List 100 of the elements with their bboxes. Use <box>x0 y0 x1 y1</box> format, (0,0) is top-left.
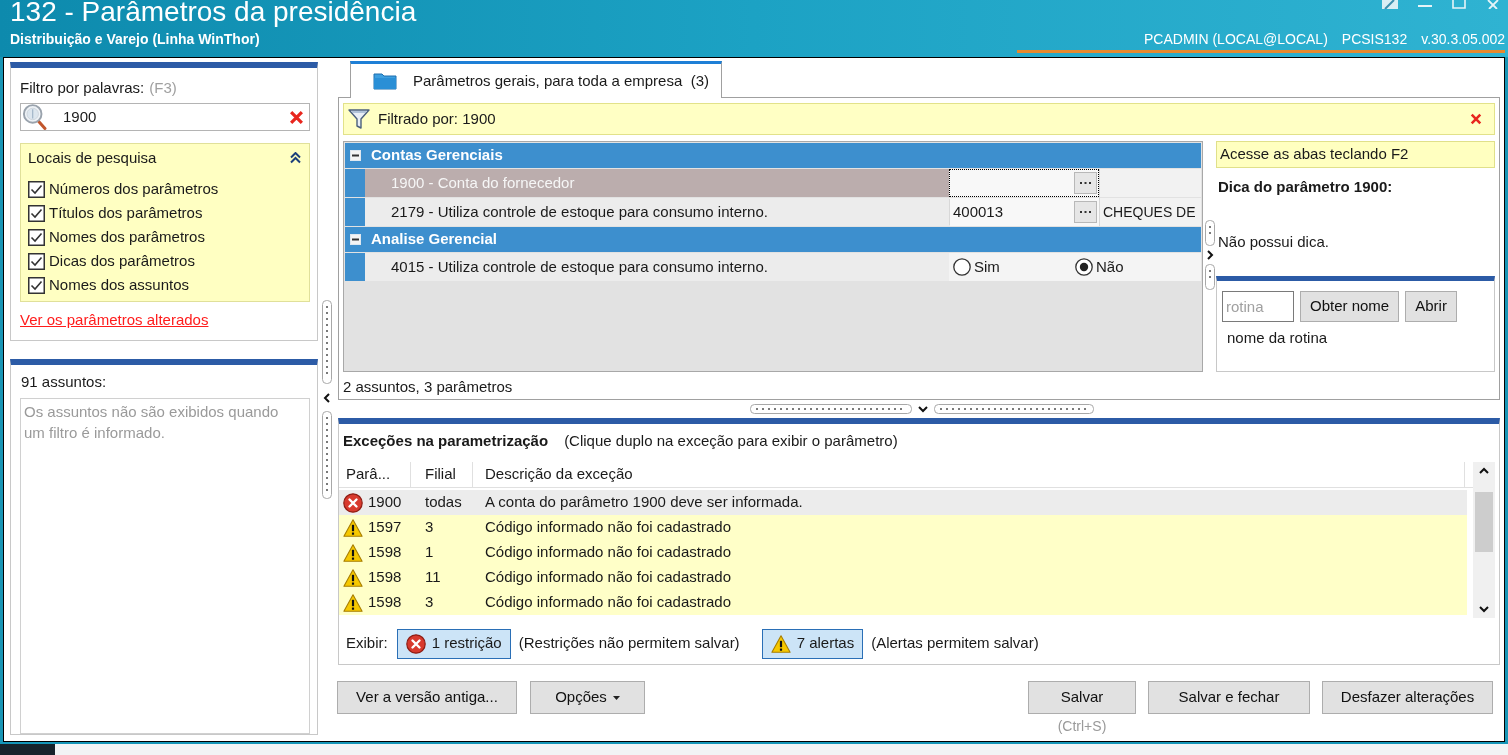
exceptions-instruction: (Clique duplo na exceção para exibir o parâmetro) <box>564 432 898 450</box>
warning-icon <box>770 633 791 654</box>
alerts-toggle[interactable]: 7 alertas <box>761 628 864 659</box>
slashed-square-icon[interactable] <box>1382 0 1398 9</box>
exception-row[interactable]: 1597 3 Código informado não foi cadastrado <box>339 515 1467 540</box>
radio-option[interactable]: Não <box>1075 255 1197 279</box>
ellipsis-icon <box>1080 210 1091 214</box>
footer-button[interactable]: Salvar e fechar <box>1148 681 1310 714</box>
grid-summary: 2 assuntos, 3 parâmetros <box>343 378 513 396</box>
splitter-grip-icon[interactable] <box>934 404 1094 414</box>
search-location-checkbox[interactable]: Nomes dos assuntos <box>28 273 301 297</box>
bottom-bar-tile <box>0 744 55 755</box>
footer-button[interactable]: Salvar <box>1028 681 1136 714</box>
column-header[interactable]: Descrição da exceção <box>473 462 1465 487</box>
chevron-down-icon[interactable] <box>918 405 928 413</box>
toggle-note: (Restrições não permitem salvar) <box>518 633 740 654</box>
window-subtitle: Distribuição e Varejo (Linha WinThor) <box>10 30 260 49</box>
shortcut-hint: (F3) <box>149 79 177 97</box>
exception-row[interactable]: 1598 3 Código informado não foi cadastrado <box>339 590 1467 615</box>
radio-option[interactable]: Sim <box>953 255 1075 279</box>
warning-icon <box>343 542 363 563</box>
exception-description: Código informado não foi cadastrado <box>484 592 732 613</box>
routine-label: PCSIS132 <box>1341 30 1408 49</box>
routine-button[interactable]: Abrir <box>1405 291 1457 322</box>
collapse-icon[interactable] <box>290 152 301 164</box>
warning-icon <box>343 567 363 588</box>
changed-parameters-link[interactable]: Ver os parâmetros alterados <box>20 311 209 329</box>
parameter-number: 1597 <box>368 517 402 538</box>
footer-button[interactable]: Desfazer alterações <box>1322 681 1493 714</box>
filter-label: Filtro por palavras: <box>20 79 145 97</box>
ellipsis-icon <box>1080 181 1091 185</box>
options-dropdown-button[interactable]: Opções <box>530 681 645 714</box>
search-location-checkbox[interactable]: Números dos parâmetros <box>28 177 301 201</box>
splitter-grip-icon[interactable] <box>322 411 332 499</box>
routine-name: nome da rotina <box>1226 329 1328 347</box>
search-field[interactable]: 1900 <box>20 103 310 131</box>
search-location-checkbox[interactable]: Títulos dos parâmetros <box>28 201 301 225</box>
error-icon <box>343 492 363 513</box>
hint-title: Dica do parâmetro 1900: <box>1217 178 1393 196</box>
exception-description: Código informado não foi cadastrado <box>484 517 732 538</box>
subjects-count: 91 assuntos: <box>20 373 107 391</box>
radio-icon[interactable] <box>1075 258 1093 276</box>
hint-text: Não possui dica. <box>1217 233 1329 251</box>
routine-button[interactable]: Obter nome <box>1300 291 1400 322</box>
parameter-name-cell[interactable]: 4015 - Utiliza controle de estoque para consumo interno. <box>365 253 949 281</box>
value-field[interactable] <box>949 169 1099 197</box>
chevron-left-icon[interactable] <box>323 393 331 403</box>
chevron-right-icon[interactable] <box>1205 250 1214 260</box>
checkbox-icon[interactable] <box>28 252 45 270</box>
search-locations-title: Locais de pesquisa <box>28 149 157 167</box>
clear-icon[interactable] <box>289 109 304 125</box>
browse-button[interactable] <box>1074 201 1097 223</box>
branch-text: 1 <box>424 542 435 563</box>
browse-button[interactable] <box>1074 172 1097 194</box>
parameter-name-cell[interactable]: 2179 - Utiliza controle de estoque para consumo interno. <box>365 198 949 226</box>
exceptions-title: Exceções na parametrização <box>343 432 549 450</box>
display-label: Exibir: <box>346 633 388 654</box>
description-cell: CHEQUES DE <box>1099 198 1201 226</box>
routine-input[interactable]: rotina <box>1222 291 1294 322</box>
search-location-checkbox[interactable]: Nomes dos parâmetros <box>28 225 301 249</box>
column-header[interactable]: Filial <box>411 462 473 487</box>
branch-text: todas <box>424 492 463 513</box>
search-location-checkbox[interactable]: Dicas dos parâmetros <box>28 249 301 273</box>
splitter-grip-icon[interactable] <box>1204 264 1215 290</box>
parameter-number: 1598 <box>368 592 402 613</box>
value-field[interactable]: 400013 <box>949 198 1099 226</box>
exception-description: Código informado não foi cadastrado <box>484 542 732 563</box>
branch-text: 11 <box>424 567 442 588</box>
branch-text: 3 <box>424 517 435 538</box>
scroll-up-icon[interactable] <box>1479 467 1489 475</box>
radio-icon[interactable] <box>953 258 971 276</box>
shortcut-tip: Acesse as abas teclando F2 <box>1216 141 1495 168</box>
caret-icon <box>612 695 620 700</box>
checkbox-icon[interactable] <box>28 276 45 294</box>
search-icon <box>22 104 48 130</box>
warning-icon <box>343 517 363 538</box>
scrollbar[interactable] <box>1473 462 1495 618</box>
checkbox-icon[interactable] <box>28 180 45 198</box>
checkbox-icon[interactable] <box>28 204 45 222</box>
version-label: v.30.3.05.002 <box>1421 30 1505 49</box>
filter-summary: Filtrado por: 1900 <box>378 108 497 129</box>
splitter-grip-icon[interactable] <box>1204 220 1215 246</box>
exception-row[interactable]: 1598 11 Código informado não foi cadastrado <box>339 565 1467 590</box>
user-label: PCADMIN (LOCAL@LOCAL) <box>1144 30 1328 49</box>
parameter-number: 1598 <box>368 567 402 588</box>
folder-icon <box>373 72 397 90</box>
clear-filter-icon[interactable] <box>1470 113 1482 125</box>
tab[interactable]: Parâmetros gerais, para toda a empresa (3) <box>350 61 722 98</box>
exception-row[interactable]: 1900 todas A conta do parâmetro 1900 deve ser informada. <box>339 490 1467 515</box>
checkbox-icon[interactable] <box>28 228 45 246</box>
splitter-grip-icon[interactable] <box>322 300 332 384</box>
exception-description: Código informado não foi cadastrado <box>484 567 732 588</box>
scroll-down-icon[interactable] <box>1479 605 1489 613</box>
footer-button[interactable]: Ver a versão antiga... <box>337 681 517 714</box>
splitter-grip-icon[interactable] <box>750 404 912 414</box>
funnel-icon <box>348 108 370 130</box>
restrictions-toggle[interactable]: 1 restrição <box>396 628 511 659</box>
column-header[interactable]: Parâ... <box>339 462 411 487</box>
scroll-thumb[interactable] <box>1475 492 1493 552</box>
exception-row[interactable]: 1598 1 Código informado não foi cadastrado <box>339 540 1467 565</box>
